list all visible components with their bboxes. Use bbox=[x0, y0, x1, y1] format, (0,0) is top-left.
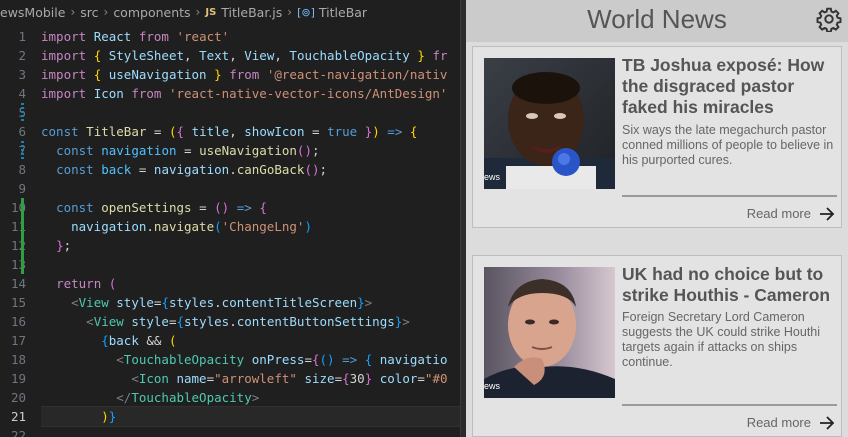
code-line-current: )} bbox=[41, 406, 460, 427]
code-line: import React from 'react' bbox=[41, 29, 230, 44]
breadcrumb-project[interactable]: ewsMobile bbox=[0, 5, 65, 20]
mobile-app-preview: World News ews TB Joshua exposé: How the… bbox=[466, 0, 848, 437]
js-file-icon: JS bbox=[205, 6, 217, 18]
code-line: const navigation = useNavigation(); bbox=[56, 143, 320, 158]
page-title: World News bbox=[587, 4, 727, 34]
breadcrumb-file[interactable]: TitleBar.js bbox=[221, 5, 282, 20]
read-more-button[interactable]: Read more bbox=[747, 206, 835, 221]
symbol-variable-icon: [⊚] bbox=[297, 5, 315, 19]
line-number: 11 bbox=[10, 219, 26, 234]
image-watermark: ews bbox=[484, 172, 501, 182]
line-number: 8 bbox=[18, 162, 26, 177]
chevron-right-icon: › bbox=[287, 5, 293, 19]
code-line: <View style={styles.contentTitleScreen}> bbox=[71, 295, 373, 310]
chevron-right-icon: › bbox=[70, 5, 76, 19]
line-number: 18 bbox=[10, 352, 26, 367]
code-line: }; bbox=[56, 238, 72, 253]
article-image[interactable]: ews bbox=[484, 58, 615, 189]
code-line: navigation.navigate('ChangeLng') bbox=[71, 219, 312, 234]
line-number: 12 bbox=[10, 238, 26, 253]
line-number: 13 bbox=[10, 257, 26, 272]
breadcrumb-folder-components[interactable]: components bbox=[113, 5, 190, 20]
arrow-right-icon bbox=[820, 206, 835, 221]
line-number: 16 bbox=[10, 314, 26, 329]
code-line: import { StyleSheet, Text, View, Touchab… bbox=[41, 48, 448, 63]
line-number: 4 bbox=[18, 86, 26, 101]
line-number: 19 bbox=[10, 371, 26, 386]
chevron-right-icon: › bbox=[103, 5, 109, 19]
chevron-right-icon: › bbox=[195, 5, 201, 19]
line-number: 7 bbox=[0, 141, 32, 160]
article-summary: Foreign Secretary Lord Cameron suggests … bbox=[622, 310, 821, 369]
code-line: <View style={styles.contentButtonSetting… bbox=[86, 314, 410, 329]
article-image[interactable]: ews bbox=[484, 267, 615, 398]
code-line: const openSettings = () => { bbox=[56, 200, 267, 215]
code-line: {back && ( bbox=[101, 333, 177, 348]
line-number: 9 bbox=[18, 181, 26, 196]
read-more-label: Read more bbox=[746, 415, 811, 430]
code-line: import Icon from 'react-native-vector-ic… bbox=[41, 86, 448, 101]
line-number: 3 bbox=[18, 67, 26, 82]
code-area[interactable]: import React from 'react' import { Style… bbox=[41, 27, 460, 437]
line-number: 20 bbox=[10, 390, 26, 405]
code-line: return ( bbox=[56, 276, 117, 291]
code-line: const TitleBar = ({ title, showIcon = tr… bbox=[41, 124, 418, 139]
gutter-modified-marker[interactable] bbox=[21, 103, 24, 122]
breadcrumb-folder-src[interactable]: src bbox=[80, 5, 98, 20]
article-summary: Six ways the late megachurch pastor conn… bbox=[622, 123, 834, 167]
line-number-active: 21 bbox=[10, 409, 26, 424]
code-line: <Icon name="arrowleft" size={30} color="… bbox=[131, 371, 448, 386]
line-number: 5 bbox=[0, 103, 32, 122]
article-card[interactable]: ews UK had no choice but to strike Houth… bbox=[472, 255, 842, 437]
divider bbox=[622, 404, 837, 406]
divider bbox=[622, 195, 837, 197]
code-line: const back = navigation.canGoBack(); bbox=[56, 162, 328, 177]
article-title[interactable]: TB Joshua exposé: How the disgraced past… bbox=[622, 55, 836, 118]
read-more-button[interactable]: Read more bbox=[747, 415, 835, 430]
gutter-added-marker[interactable] bbox=[21, 198, 24, 274]
code-line: import { useNavigation } from '@react-na… bbox=[41, 67, 448, 82]
app-header: World News bbox=[466, 0, 848, 42]
breadcrumb: ewsMobile › src › components › JS TitleB… bbox=[0, 0, 460, 24]
arrow-right-icon bbox=[820, 415, 835, 430]
article-title[interactable]: UK had no choice but to strike Houthis -… bbox=[622, 264, 836, 306]
image-watermark: ews bbox=[484, 381, 501, 391]
line-number: 1 bbox=[18, 29, 26, 44]
gear-icon[interactable] bbox=[816, 6, 842, 33]
code-editor[interactable]: ewsMobile › src › components › JS TitleB… bbox=[0, 0, 460, 437]
breadcrumb-symbol[interactable]: TitleBar bbox=[319, 5, 367, 20]
read-more-label: Read more bbox=[746, 206, 811, 221]
code-line: </TouchableOpacity> bbox=[116, 390, 260, 405]
line-number-gutter: 1 2 3 4 5 6 7 8 9 10 11 12 13 14 15 16 1… bbox=[0, 27, 32, 437]
line-number: 6 bbox=[18, 124, 26, 139]
article-card[interactable]: ews TB Joshua exposé: How the disgraced … bbox=[472, 46, 842, 228]
line-number: 22 bbox=[10, 428, 26, 437]
gutter-modified-marker[interactable] bbox=[21, 141, 24, 160]
line-number: 15 bbox=[10, 295, 26, 310]
line-number: 17 bbox=[10, 333, 26, 348]
line-number: 10 bbox=[10, 200, 26, 215]
code-line: <TouchableOpacity onPress={() => { navig… bbox=[116, 352, 448, 367]
line-number: 14 bbox=[10, 276, 26, 291]
line-number: 2 bbox=[18, 48, 26, 63]
